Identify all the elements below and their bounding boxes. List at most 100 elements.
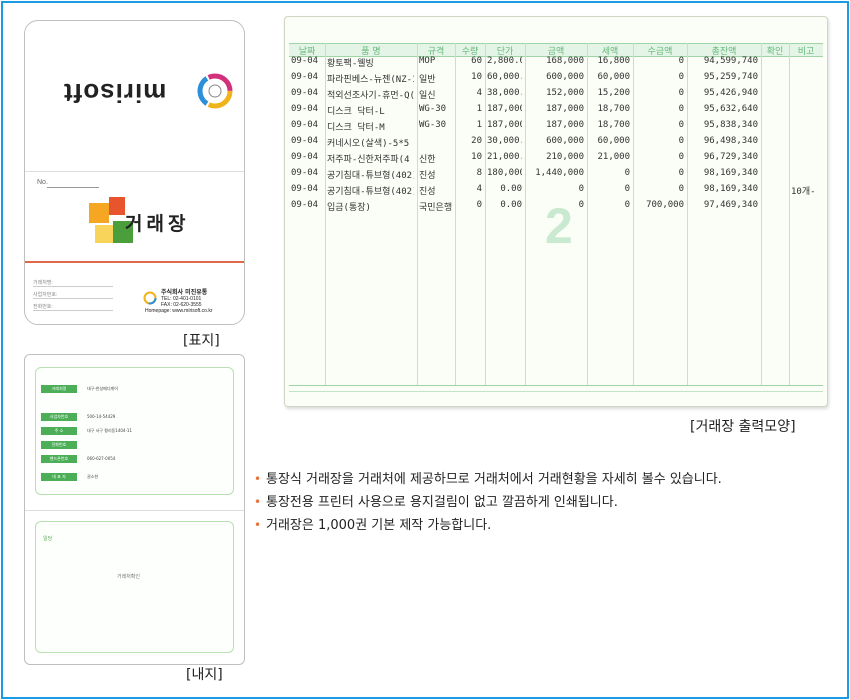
ledger-cell <box>763 56 786 70</box>
ledger-cell: 입금(통장) <box>327 203 371 213</box>
inner-bottom-label: 일당 <box>43 536 53 542</box>
ledger-header: 날짜 품 명 규격 수량 단가 금액 세액 수금액 총잔액 확인 비고 <box>289 43 823 57</box>
ledger-cell <box>791 200 820 214</box>
ledger-cell: 0 <box>624 200 630 210</box>
ledger-cell: 09-04 <box>291 168 319 178</box>
ledger-watermark: 2 <box>545 198 573 254</box>
ledger-cell: 10 <box>471 152 482 162</box>
ledger-cell: 30,000.00 <box>487 136 522 146</box>
ledger-cell: 700,000 <box>646 200 684 210</box>
ledger-cell: 0 <box>624 184 630 194</box>
ledger-cell: MOP <box>419 56 436 66</box>
inner-row-label: 사업자번호 <box>41 413 77 421</box>
ledger-cell: 디스크 닥터-L <box>327 107 385 117</box>
ledger-cell: 공기침대-튜브형(402) <box>327 171 414 181</box>
bullet-dot-icon: • <box>254 518 262 532</box>
ledger-cell: 신한 <box>419 155 436 165</box>
cover-field: 거래처명: <box>33 279 113 287</box>
caption-cover: [표지] <box>183 333 220 349</box>
ledger-cell: 180,000.0 <box>487 168 522 178</box>
ledger-column-header: 비고 <box>797 47 815 57</box>
ledger-bottom-line <box>289 385 823 386</box>
ledger-bottom-line-2 <box>289 391 823 392</box>
red-divider <box>25 261 244 263</box>
ledger-cell: 0 <box>678 152 684 162</box>
ledger-cell: 1 <box>476 104 482 114</box>
ledger-column-header: 세액 <box>601 47 619 57</box>
ledger-printout: 날짜 품 명 규격 수량 단가 금액 세액 수금액 총잔액 확인 비고 09-04 황토팩-웰빙 MOP… <box>284 16 828 407</box>
inner-row-value: 대구 서구 평리동1404-11 <box>87 428 133 433</box>
ledger-column-header: 규격 <box>427 47 445 57</box>
ledger-cell <box>763 88 786 102</box>
ledger-cell: 진성 <box>419 171 436 181</box>
bullet-dot-icon: • <box>254 495 262 509</box>
ledger-cell: 파라핀베스-뉴젠(NZ-1 <box>327 75 414 85</box>
ledger-cell: 09-04 <box>291 72 319 82</box>
ledger-column-header: 날짜 <box>298 47 316 57</box>
ledger-cell: 09-04 <box>291 104 319 114</box>
ledger-cell: 적외선조사기-휴먼-Q( <box>327 91 414 101</box>
logo-text: mirisoft <box>63 78 167 108</box>
bullet-text: 통장식 거래장을 거래처에 제공하므로 거래처에서 거래현황을 자세히 볼수 있… <box>266 472 722 487</box>
ledger-cell: 600,000 <box>546 72 584 82</box>
ledger-cell: 95,632,640 <box>703 104 758 114</box>
company-name: 주식회사 미진유통 <box>161 289 208 296</box>
no-line <box>47 187 99 188</box>
ledger-cell <box>419 136 452 150</box>
ledger-cell: 60,000 <box>597 72 630 82</box>
ledger-cell: 21,000 <box>597 152 630 162</box>
ledger-cell: 600,000 <box>546 136 584 146</box>
ledger-cell: 0 <box>678 72 684 82</box>
ledger-cell <box>791 168 820 182</box>
ledger-cell: 0 <box>578 184 584 194</box>
caption-ledger: [거래장 출력모양] <box>690 419 796 435</box>
ledger-column-header: 금액 <box>547 47 565 57</box>
ledger-column-header: 총잔액 <box>711 47 737 57</box>
ledger-cell: 10 <box>471 72 482 82</box>
inner-row-label: 거래처명 <box>41 385 77 393</box>
ledger-cell: 09-04 <box>291 184 319 194</box>
bullet-item: • 통장전용 프린터 사용으로 용지걸림이 없고 깔끔하게 인쇄됩니다. <box>254 491 722 514</box>
inner-row-value: 권소현 <box>87 474 99 479</box>
inner-bottom-panel <box>35 521 234 653</box>
ledger-column-divider <box>325 43 326 385</box>
cover-title: 거래장 <box>125 213 190 235</box>
red-square <box>109 197 125 215</box>
ledger-cell: 0 <box>678 168 684 178</box>
ledger-cell: 95,838,340 <box>703 120 758 130</box>
ledger-cell: 187,000.0 <box>487 104 522 114</box>
ledger-cell: WG-30 <box>419 104 447 114</box>
ledger-cell: 187,000 <box>546 120 584 130</box>
ledger-cell: 15,200 <box>597 88 630 98</box>
ledger-cell: 210,000 <box>546 152 584 162</box>
inner-image: 거래처명 대구-한성메디케어 사업자번호 506-14-54429 주 소 대구 서구 평… <box>24 354 245 665</box>
ledger-cell: 168,000 <box>546 56 584 66</box>
ledger-cell: 진성 <box>419 187 436 197</box>
ledger-cell: 0.00 <box>500 200 522 210</box>
ledger-cell: 09-04 <box>291 152 319 162</box>
ledger-cell: 09-04 <box>291 200 319 210</box>
ledger-column-divider <box>761 43 762 385</box>
ledger-cell: 0 <box>678 104 684 114</box>
ledger-column-divider <box>587 43 588 385</box>
inner-row-value: 506-14-54429 <box>87 414 116 419</box>
ledger-cell <box>791 152 820 166</box>
logo-mark-icon <box>197 73 233 109</box>
inner-row-label: 핸드폰번호 <box>41 455 77 463</box>
ledger-cell <box>791 88 820 102</box>
ledger-cell: 18,700 <box>597 104 630 114</box>
ledger-cell: 95,426,940 <box>703 88 758 98</box>
ledger-cell <box>791 120 820 134</box>
logo: mirisoft <box>63 73 233 113</box>
ledger-cell: 0 <box>678 56 684 66</box>
ledger-cell: 4 <box>476 184 482 194</box>
cover-image: mirisoft No. 거래장 거래처명: 사업자번호: 전화번호: 주식회사… <box>24 20 245 325</box>
ledger-cell: 일반 <box>419 75 436 85</box>
ledger-cell: 국민은행 ( <box>419 203 452 213</box>
ledger-cell: 황토팩-웰빙 <box>327 59 374 69</box>
ledger-cell: 10개- <box>791 187 816 197</box>
ledger-cell: 60,000.00 <box>487 72 522 82</box>
ledger-cell <box>763 120 786 134</box>
ledger-cell <box>763 136 786 150</box>
ledger-cell <box>763 168 786 182</box>
